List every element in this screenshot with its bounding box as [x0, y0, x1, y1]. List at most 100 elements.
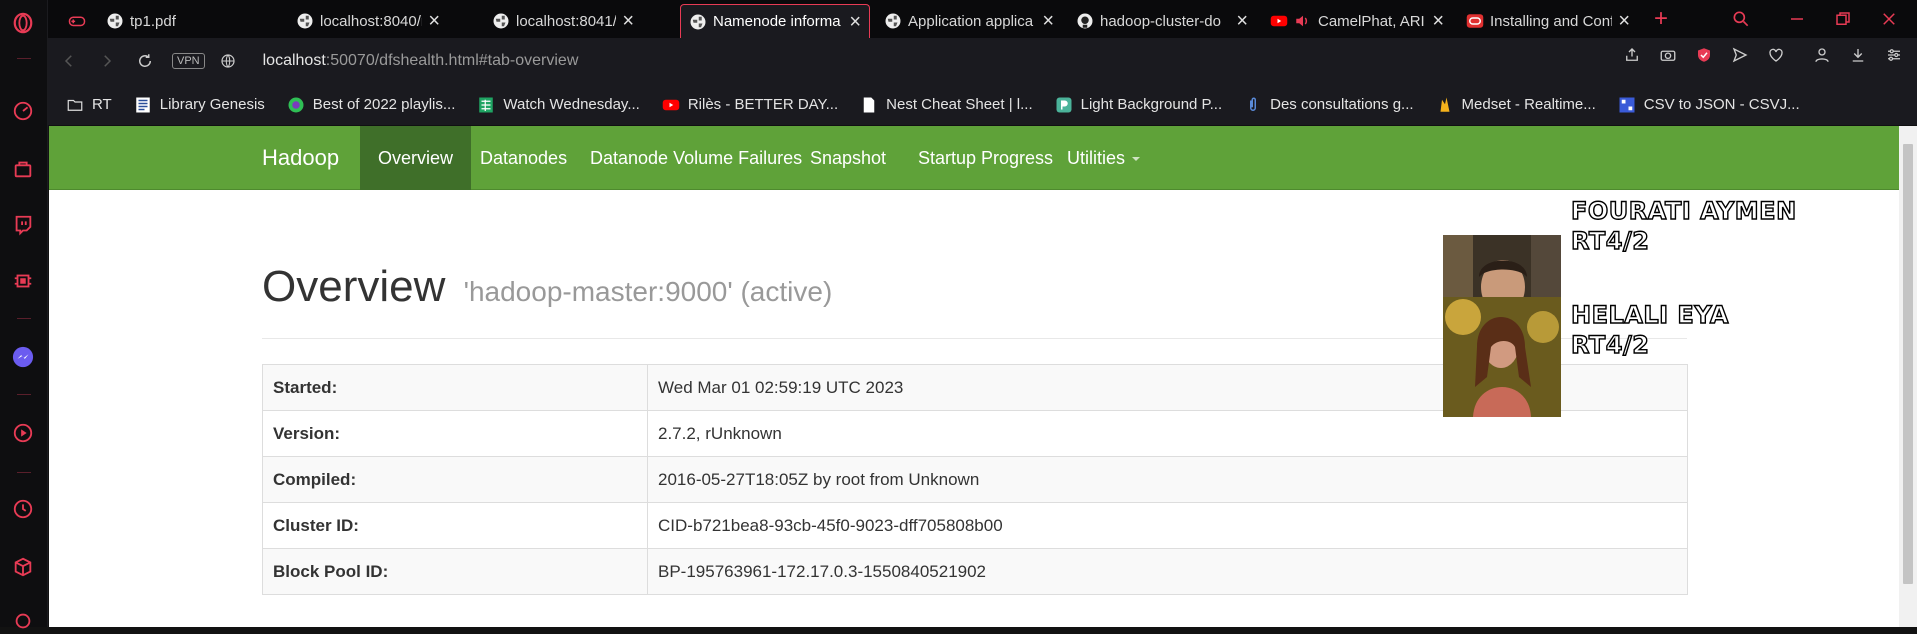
- sidebar-separator: [17, 472, 31, 473]
- bookmark-item[interactable]: RT: [66, 96, 112, 114]
- row-value: 2016-05-27T18:05Z by root from Unknown: [647, 456, 1688, 503]
- close-tab-icon[interactable]: ×: [1618, 11, 1630, 31]
- bookmark-item[interactable]: Best of 2022 playlis...: [287, 96, 456, 114]
- heart-icon[interactable]: [1765, 44, 1787, 66]
- download-icon[interactable]: [1847, 44, 1869, 66]
- bookmark-item[interactable]: Nest Cheat Sheet | l...: [860, 96, 1033, 114]
- author-name: HELALI EYA RT4/2: [1570, 300, 1729, 360]
- row-value: 2.7.2, rUnknown: [647, 410, 1688, 457]
- file-icon: [860, 96, 878, 114]
- row-key: Block Pool ID:: [262, 548, 648, 595]
- globe-icon: [106, 12, 124, 30]
- nav-datanode-volume-failures[interactable]: Datanode Volume Failures: [572, 126, 820, 190]
- nav-datanodes[interactable]: Datanodes: [462, 126, 585, 190]
- close-tab-icon[interactable]: ×: [1236, 11, 1248, 31]
- author-name: FOURATI AYMEN RT4/2: [1570, 196, 1797, 256]
- page-title: Overview 'hadoop-master:9000' (active): [262, 262, 832, 312]
- tab-application[interactable]: Application applica ×: [876, 4, 1062, 38]
- new-tab-icon[interactable]: +: [1648, 5, 1674, 32]
- tab-title: localhost:8041/nod: [516, 12, 617, 30]
- navbar-brand[interactable]: Hadoop: [262, 126, 339, 190]
- bookmark-item[interactable]: Watch Wednesday...: [477, 96, 640, 114]
- globe-icon: [296, 12, 314, 30]
- tab-title: Installing and Conf: [1490, 12, 1613, 30]
- bookmark-label: RT: [92, 96, 112, 113]
- history-icon[interactable]: [10, 496, 36, 522]
- tab-localhost-8040[interactable]: localhost:8040/nod ×: [288, 4, 448, 38]
- url-path: :50070/dfshealth.html#tab-overview: [325, 52, 579, 69]
- nav-snapshot[interactable]: Snapshot: [792, 126, 904, 190]
- bookmarks-bar: RT Library Genesis Best of 2022 playlis.…: [48, 84, 1917, 126]
- adblock-shield-icon[interactable]: [1693, 44, 1715, 66]
- tab-localhost-8041[interactable]: localhost:8041/nod ×: [484, 4, 642, 38]
- back-icon[interactable]: [52, 44, 86, 78]
- folder-icon: [66, 96, 84, 114]
- page-scrollbar[interactable]: [1899, 126, 1917, 627]
- nav-utilities[interactable]: Utilities: [1049, 126, 1158, 190]
- reload-icon[interactable]: [128, 44, 162, 78]
- easy-setup-icon[interactable]: [1883, 44, 1905, 66]
- table-row: Version: 2.7.2, rUnknown: [262, 410, 1688, 457]
- bookmark-label: Rilès - BETTER DAY...: [687, 96, 839, 113]
- table-row: Block Pool ID: BP-195763961-172.17.0.3-15…: [262, 548, 1688, 595]
- speaker-icon[interactable]: [1294, 12, 1312, 30]
- send-icon[interactable]: [1729, 44, 1751, 66]
- tab-hadoop-cluster-docker[interactable]: hadoop-cluster-do ×: [1068, 4, 1256, 38]
- close-tab-icon[interactable]: ×: [622, 11, 634, 31]
- nav-startup-progress[interactable]: Startup Progress: [900, 126, 1071, 190]
- tab-title: localhost:8040/nod: [320, 12, 422, 30]
- tab-installing-and-configuring[interactable]: Installing and Conf ×: [1458, 4, 1638, 38]
- nav-overview[interactable]: Overview: [360, 126, 472, 190]
- sidebar-separator: [17, 58, 31, 59]
- cube-icon[interactable]: [10, 554, 36, 580]
- bookmark-item[interactable]: Medset - Realtime...: [1436, 96, 1596, 114]
- bookmark-item[interactable]: Rilès - BETTER DAY...: [662, 96, 838, 114]
- tab-title: Namenode informa: [713, 13, 841, 30]
- close-tab-icon[interactable]: ×: [1432, 11, 1444, 31]
- table-row: Compiled: 2016-05-27T18:05Z by root from …: [262, 456, 1688, 503]
- vpn-badge[interactable]: VPN: [172, 53, 205, 69]
- clip-icon: [1244, 96, 1262, 114]
- bookmark-label: Best of 2022 playlis...: [312, 96, 456, 113]
- tab-camelphat[interactable]: CamelPhat, ARI ×: [1262, 4, 1452, 38]
- gamepad-icon: [68, 12, 86, 30]
- restore-icon[interactable]: [1830, 6, 1856, 32]
- bookmark-item[interactable]: Des consultations g...: [1244, 96, 1414, 114]
- sidebar-separator: [17, 318, 31, 319]
- share-icon[interactable]: [1621, 44, 1643, 66]
- minimize-icon[interactable]: [1784, 6, 1810, 32]
- bookmark-item[interactable]: CSV to JSON - CSVJ...: [1618, 96, 1800, 114]
- tab-gamepad[interactable]: [60, 4, 90, 38]
- chip-icon[interactable]: [10, 268, 36, 294]
- tab-namenode-information[interactable]: Namenode informa ×: [680, 4, 870, 38]
- player-icon[interactable]: [10, 420, 36, 446]
- tab-tp1-pdf[interactable]: tp1.pdf: [98, 4, 278, 38]
- shopping-bag-icon[interactable]: [10, 156, 36, 182]
- settings-icon[interactable]: [10, 608, 36, 634]
- search-tabs-icon[interactable]: [1728, 6, 1754, 32]
- author-class-text: RT4/2: [1570, 330, 1650, 359]
- scrollbar-thumb[interactable]: [1903, 144, 1913, 584]
- table-row: Cluster ID: CID-b721bea8-93cb-45f0-9023-d…: [262, 502, 1688, 549]
- close-tab-icon[interactable]: ×: [849, 12, 861, 32]
- opera-logo-icon[interactable]: [10, 10, 36, 36]
- nav-utilities-label: Utilities: [1067, 148, 1126, 168]
- bookmark-item[interactable]: Library Genesis: [134, 96, 265, 114]
- close-tab-icon[interactable]: ×: [1042, 11, 1054, 31]
- profile-icon[interactable]: [1811, 44, 1833, 66]
- youtube-icon: [662, 96, 680, 114]
- speed-dial-icon[interactable]: [10, 98, 36, 124]
- bookmark-label: Library Genesis: [159, 96, 265, 113]
- camera-icon[interactable]: [1657, 44, 1679, 66]
- close-window-icon[interactable]: [1876, 6, 1902, 32]
- forward-icon[interactable]: [90, 44, 124, 78]
- bookmark-item[interactable]: Light Background P...: [1055, 96, 1222, 114]
- url-field[interactable]: localhost:50070/dfshealth.html#tab-overv…: [263, 52, 579, 70]
- site-info-globe-icon[interactable]: [211, 44, 245, 78]
- toolbar-icons: [1621, 44, 1905, 66]
- messenger-icon[interactable]: [10, 344, 36, 370]
- twitch-icon[interactable]: [10, 212, 36, 238]
- author-name-text: FOURATI AYMEN: [1570, 196, 1797, 225]
- close-tab-icon[interactable]: ×: [428, 11, 440, 31]
- page-subtitle: 'hadoop-master:9000' (active): [463, 276, 833, 307]
